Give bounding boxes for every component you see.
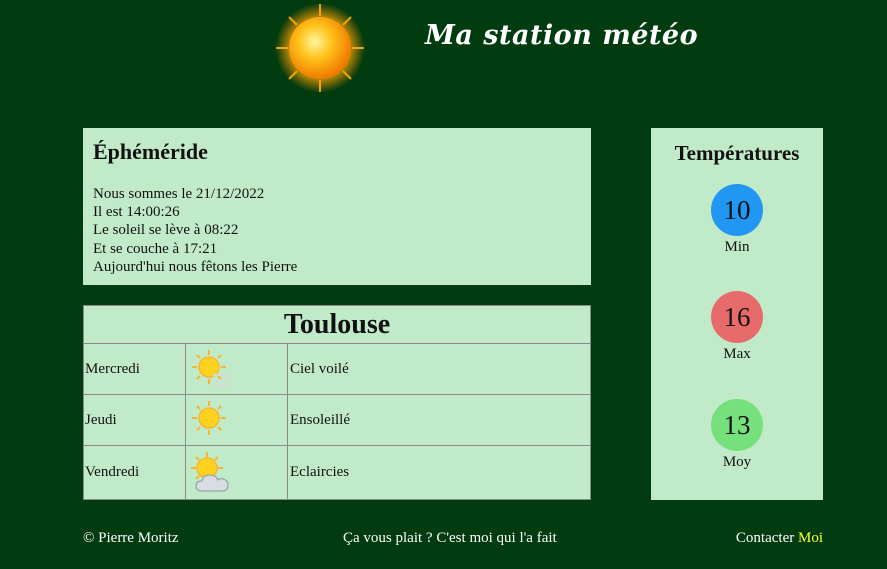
- contact-prefix: Contacter: [735, 530, 795, 546]
- contact-link[interactable]: Moi: [798, 530, 823, 546]
- temp-avg: 13 Moy: [651, 399, 823, 471]
- ephemeride-date: Nous sommes le 21/12/2022: [93, 186, 265, 202]
- forecast-table: Toulouse Mercredi Ciel voilé Jeudi Ensol…: [83, 305, 591, 500]
- ephemeride-time: Il est 14:00:26: [93, 204, 180, 221]
- forecast-day: Mercredi: [83, 342, 186, 396]
- forecast-panel: Toulouse Mercredi Ciel voilé Jeudi Ensol…: [83, 305, 591, 500]
- hazy-sun-icon: [192, 350, 229, 387]
- table-row: Jeudi Ensoleillé: [83, 394, 591, 447]
- forecast-icon-cell: [185, 394, 288, 447]
- table-row: Vendredi Eclaircies: [83, 445, 591, 500]
- forecast-description: Ciel voilé: [287, 342, 591, 396]
- forecast-day: Vendredi: [83, 445, 186, 500]
- temp-min-label: Min: [724, 239, 750, 255]
- temp-max-bubble: 16: [711, 291, 763, 343]
- temperatures-panel: Températures 10 Min 16 Max 13 Moy: [651, 128, 823, 500]
- temp-max: 16 Max: [651, 291, 823, 363]
- forecast-description: Ensoleillé: [287, 394, 591, 447]
- sun-icon: [275, 3, 365, 93]
- forecast-description: Eclaircies: [287, 445, 591, 500]
- sun-icon: [192, 401, 226, 436]
- forecast-day: Jeudi: [83, 394, 186, 447]
- header: Ma station météo: [0, 0, 887, 95]
- contact: Contacter Moi: [736, 530, 823, 547]
- ephemeride-saint: Aujourd'hui nous fêtons les Pierre: [93, 258, 298, 275]
- ephemeride-lines: Nous sommes le 21/12/2022 Il est 14:00:2…: [93, 185, 297, 276]
- ephemeride-sunrise: Le soleil se lève à 08:22: [93, 222, 239, 239]
- forecast-icon-cell: [185, 445, 288, 500]
- forecast-icon-cell: [185, 342, 288, 396]
- copyright: © Pierre Moritz: [83, 530, 179, 546]
- temp-min: 10 Min: [651, 184, 823, 256]
- temp-max-label: Max: [723, 346, 751, 362]
- city-name: Toulouse: [83, 305, 591, 344]
- temperatures-title: Températures: [674, 141, 800, 165]
- site-title: Ma station météo: [425, 20, 699, 51]
- temp-avg-bubble: 13: [711, 399, 763, 451]
- ephemeride-sunset: Et se couche à 17:21: [93, 240, 218, 257]
- ephemeride-panel: Éphéméride Nous sommes le 21/12/2022 Il …: [83, 128, 591, 285]
- temp-min-bubble: 10: [711, 184, 763, 236]
- sun-cloud-icon: [191, 451, 229, 492]
- footer-tagline: Ça vous plait ? C'est moi qui l'a fait: [343, 530, 557, 546]
- ephemeride-title: Éphéméride: [93, 139, 208, 164]
- table-row: Mercredi Ciel voilé: [83, 342, 591, 396]
- temp-avg-label: Moy: [722, 454, 752, 470]
- footer: © Pierre Moritz Ça vous plait ? C'est mo…: [0, 530, 887, 550]
